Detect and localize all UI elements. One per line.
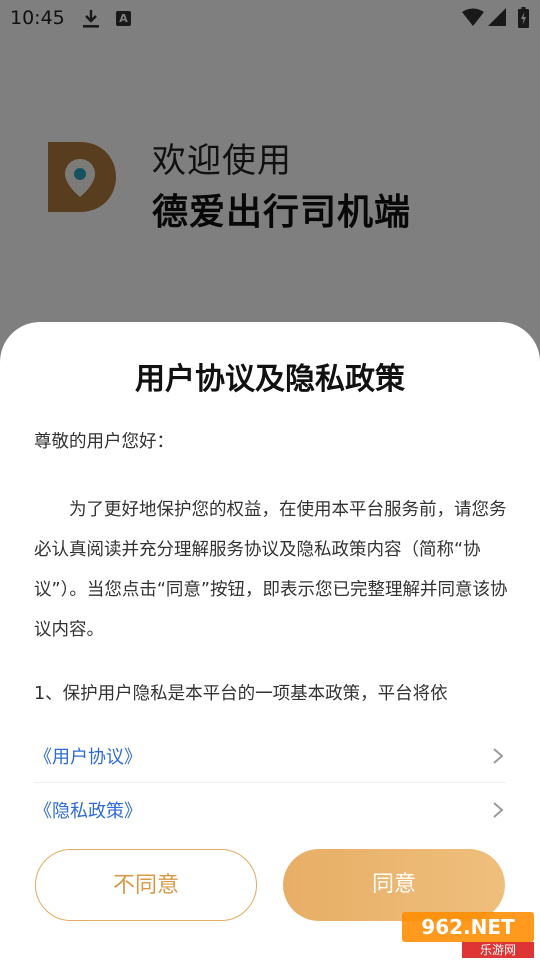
user-agreement-label: 《用户协议》 <box>34 747 142 768</box>
agreement-paragraph: 为了更好地保护您的权益，在使用本平台服务前，请您务必认真阅读并充分理解服务协议及… <box>34 500 508 640</box>
user-agreement-link[interactable]: 《用户协议》 <box>34 730 506 783</box>
privacy-policy-link[interactable]: 《隐私政策》 <box>34 784 506 836</box>
chevron-right-icon <box>493 748 504 764</box>
watermark-sub: 乐游网 <box>462 942 534 958</box>
watermark-main: 962.NET <box>402 912 534 942</box>
greeting-text: 尊敬的用户您好： <box>34 432 174 452</box>
disagree-button[interactable]: 不同意 <box>35 849 257 921</box>
chevron-right-icon <box>493 802 504 818</box>
privacy-clause-paragraph: 1、保护用户隐私是本平台的一项基本政策，平台将依 <box>34 684 448 704</box>
privacy-policy-label: 《隐私政策》 <box>34 801 142 822</box>
agree-button[interactable]: 同意 <box>283 849 505 921</box>
privacy-dialog: 用户协议及隐私政策 尊敬的用户您好： 为了更好地保护您的权益，在使用本平台服务前… <box>0 322 540 960</box>
watermark: 962.NET 乐游网 <box>402 912 534 958</box>
dialog-title: 用户协议及隐私政策 <box>135 362 405 397</box>
